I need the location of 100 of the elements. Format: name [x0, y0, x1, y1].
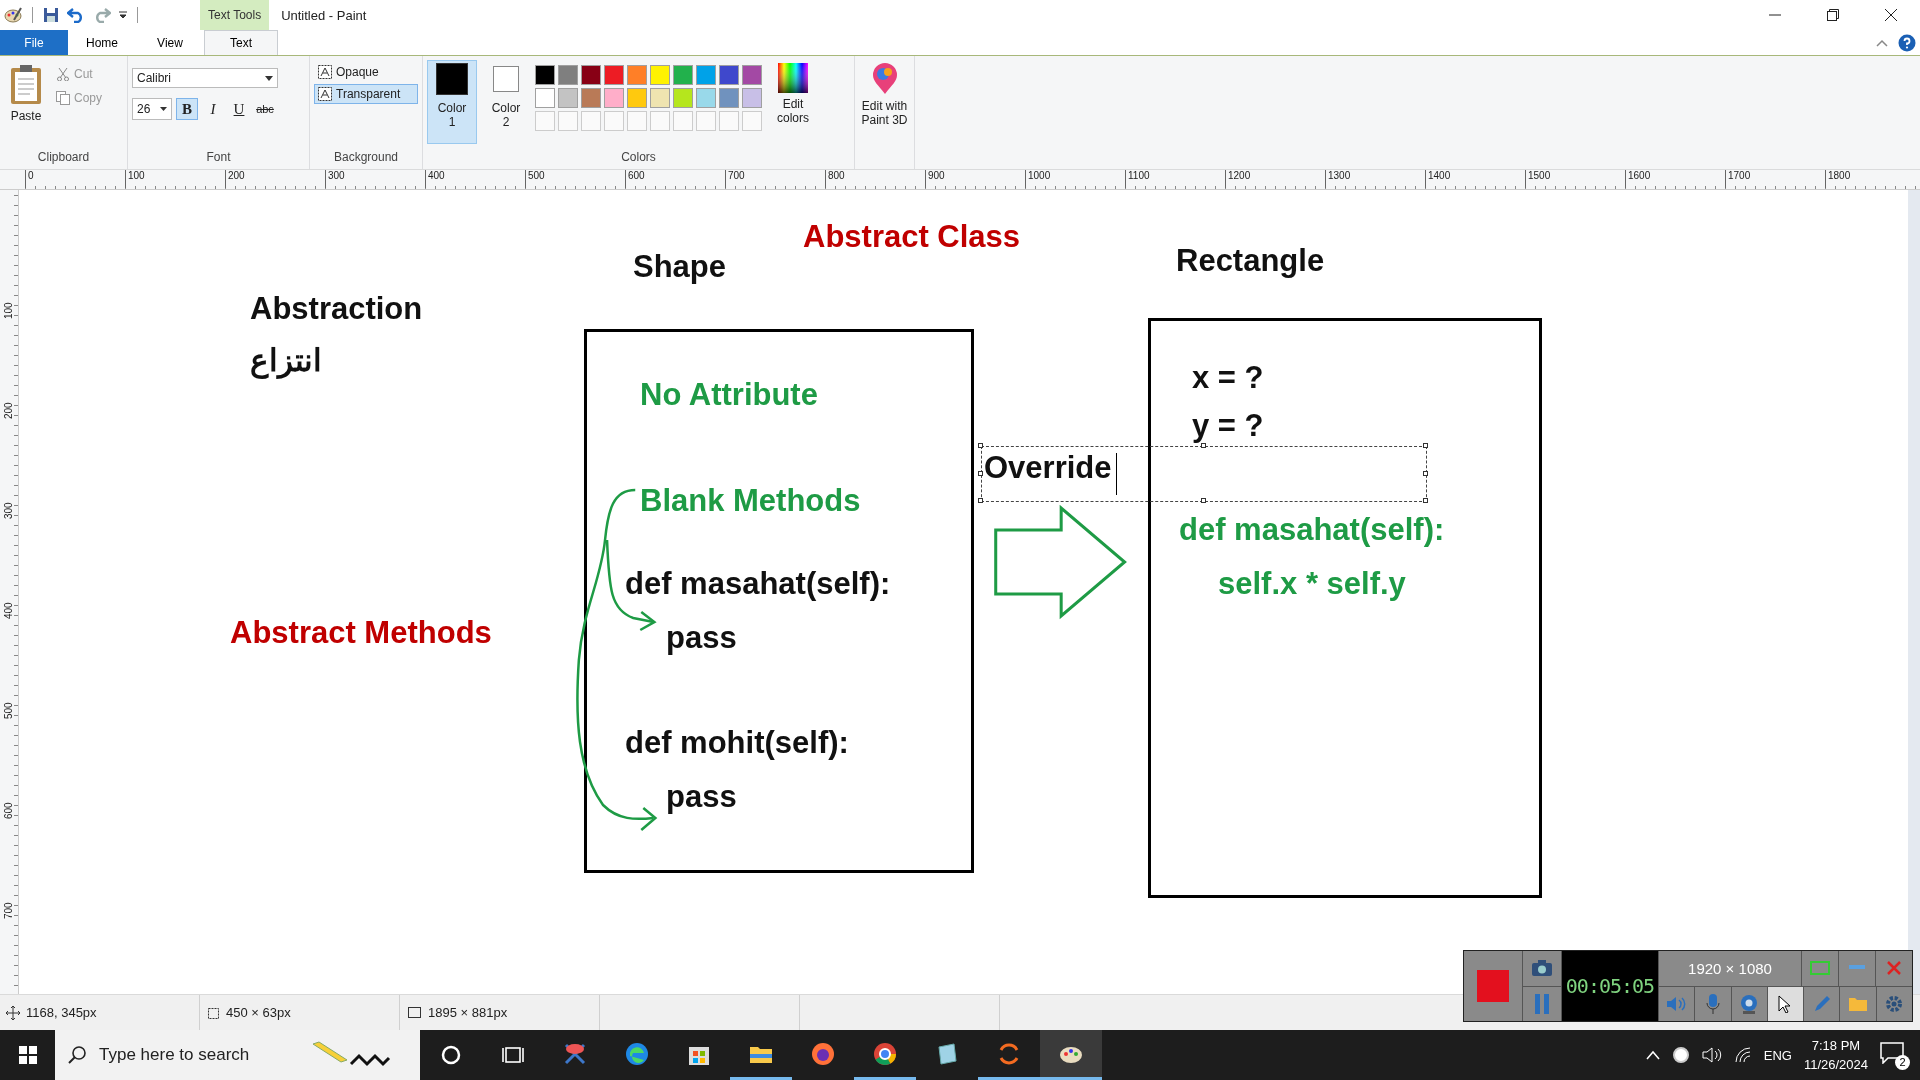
text-style-button[interactable]: U [228, 98, 250, 120]
group-label: Colors [620, 149, 657, 166]
resize-handle[interactable] [1201, 498, 1206, 503]
close-icon[interactable] [1887, 961, 1901, 976]
wifi-icon[interactable] [1733, 1047, 1752, 1063]
color-swatch[interactable] [535, 88, 555, 108]
chevron-up-icon[interactable] [1645, 1050, 1660, 1060]
color-swatch[interactable] [719, 88, 739, 108]
resize-handle[interactable] [978, 471, 983, 476]
search-field[interactable]: Type here to search [97, 1044, 301, 1066]
empty-color-slot[interactable] [719, 111, 739, 131]
note-text: No Attribute [640, 380, 818, 410]
resize-handle[interactable] [1423, 498, 1428, 503]
text-style-button[interactable]: abc [254, 98, 276, 120]
record-icon[interactable] [1671, 1046, 1690, 1064]
group-label: Font [205, 149, 232, 166]
resize-handle[interactable] [1423, 443, 1428, 448]
ruler-label: 200 [225, 170, 245, 188]
ribbon-tab[interactable]: View [136, 30, 204, 55]
empty-color-slot[interactable] [650, 111, 670, 131]
help-icon[interactable] [1898, 33, 1916, 52]
color-swatch[interactable] [627, 88, 647, 108]
color-swatch[interactable] [581, 88, 601, 108]
empty-color-slot[interactable] [673, 111, 693, 131]
empty-color-slot[interactable] [627, 111, 647, 131]
region-icon[interactable] [1810, 961, 1830, 976]
empty-color-slot[interactable] [581, 111, 601, 131]
settings-icon[interactable] [1885, 994, 1904, 1013]
task-view-icon[interactable] [502, 1045, 524, 1065]
microphone-icon[interactable] [1705, 993, 1720, 1014]
color-swatch[interactable] [604, 88, 624, 108]
speaker-icon[interactable] [1665, 994, 1688, 1013]
color-swatch[interactable] [673, 88, 693, 108]
pointer-icon[interactable] [1778, 994, 1793, 1013]
color-swatch[interactable] [650, 88, 670, 108]
font-size-dropdown[interactable]: 26 [132, 98, 172, 120]
scissors-icon [56, 67, 70, 81]
color-swatch[interactable] [696, 88, 716, 108]
cortana-icon[interactable] [441, 1045, 461, 1065]
text-style-button[interactable]: I [202, 98, 224, 120]
text-background-icon [318, 87, 332, 101]
color-swatch[interactable] [581, 65, 601, 85]
selection-size: 450 × 63px [226, 1005, 291, 1020]
code-line: def mohit(self): [625, 728, 849, 758]
color-spectrum-icon [778, 63, 808, 93]
color-swatch[interactable] [650, 65, 670, 85]
color-swatch[interactable] [627, 65, 647, 85]
save-icon[interactable] [43, 7, 59, 23]
redo-icon[interactable] [93, 7, 111, 23]
empty-color-slot[interactable] [535, 111, 555, 131]
paint-3d-button[interactable]: Edit with Paint 3D [859, 60, 910, 130]
resize-handle[interactable] [1201, 443, 1206, 448]
empty-color-slot[interactable] [742, 111, 762, 131]
clipboard-icon [9, 63, 43, 105]
color-swatch[interactable] [604, 65, 624, 85]
notification-count: 2 [1895, 1055, 1910, 1070]
volume-icon[interactable] [1701, 1047, 1722, 1063]
edit-colors-button[interactable]: Edit colors [766, 60, 820, 149]
ruler-label: 1800 [1825, 170, 1851, 188]
notification-icon[interactable] [1880, 1042, 1904, 1064]
file-menu-button[interactable]: File [0, 30, 68, 55]
ribbon-tab[interactable]: Text [204, 30, 278, 55]
background-option[interactable]: Opaque [314, 62, 418, 82]
resize-handle[interactable] [978, 498, 983, 503]
recording-resolution: 1920 × 1080 [1659, 951, 1801, 986]
color-selector[interactable]: Color 2 [481, 60, 531, 144]
browser-icon [810, 1040, 836, 1067]
color-swatch[interactable] [535, 65, 555, 85]
color-swatch[interactable] [742, 65, 762, 85]
camera-icon[interactable] [1531, 959, 1553, 978]
color-swatch[interactable] [742, 88, 762, 108]
text-style-button[interactable]: B [176, 98, 198, 120]
undo-icon[interactable] [67, 7, 85, 23]
color-swatch[interactable] [696, 65, 716, 85]
webcam-icon[interactable] [1739, 993, 1760, 1014]
color-selector[interactable]: Color 1 [427, 60, 477, 144]
background-option[interactable]: Transparent [314, 84, 418, 104]
code-line: def masahat(self): [625, 569, 891, 599]
dropdown-icon[interactable] [119, 11, 127, 19]
empty-color-slot[interactable] [558, 111, 578, 131]
collapse-ribbon-icon[interactable] [1876, 38, 1888, 47]
ruler-label: 0 [25, 170, 34, 188]
color-swatch[interactable] [558, 88, 578, 108]
taskbar-app[interactable] [1040, 1030, 1102, 1080]
color-swatch[interactable] [673, 65, 693, 85]
pause-icon[interactable] [1533, 993, 1551, 1014]
shape-title: Shape [633, 252, 727, 282]
empty-color-slot[interactable] [696, 111, 716, 131]
color-swatch[interactable] [558, 65, 578, 85]
color-swatch[interactable] [719, 65, 739, 85]
ribbon-tab[interactable]: Home [68, 30, 136, 55]
resize-handle[interactable] [1423, 471, 1428, 476]
empty-color-slot[interactable] [604, 111, 624, 131]
resize-handle[interactable] [978, 443, 983, 448]
clock[interactable]: 7:18 PM 11/26/2024 [1803, 1036, 1868, 1074]
paste-button[interactable]: Paste [4, 60, 48, 149]
palette-icon[interactable] [4, 6, 22, 24]
start-icon[interactable] [18, 1046, 37, 1064]
font-family-dropdown[interactable]: Calibri [132, 68, 278, 88]
language-indicator[interactable]: ENG [1763, 1047, 1792, 1063]
